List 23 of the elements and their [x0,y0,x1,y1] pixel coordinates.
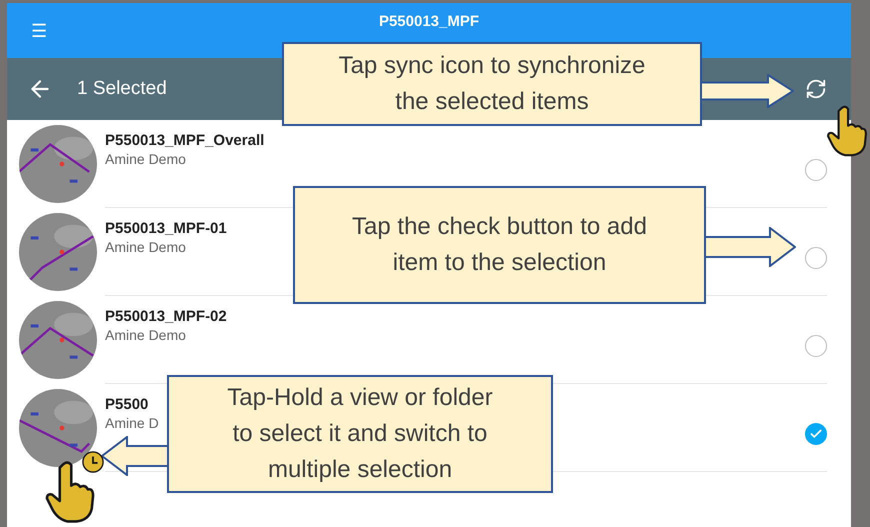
callout-note: Tap sync icon to synchronize the selected items [282,42,702,126]
radio-button[interactable] [805,246,827,268]
radio-button[interactable] [805,334,827,356]
item-subtitle: Amine Demo [105,326,186,344]
menu-button[interactable]: ☰ [31,16,47,44]
item-title: P550013_MPF-01 [105,220,227,238]
item-subtitle: Amine Demo [105,238,186,256]
check-icon [809,426,823,440]
item-subtitle: Amine Demo [105,150,186,168]
callout-note: Tap-Hold a view or folder to select it and switch to multiple selection [167,375,553,493]
radio-button[interactable] [805,158,827,180]
hand-pointer-icon [44,460,96,524]
selection-count: 1 Selected [77,76,167,101]
item-title: P5500 [105,396,148,414]
sync-icon[interactable] [805,78,827,100]
screen-title: P550013_MPF [378,12,480,32]
clock-icon [82,451,104,473]
item-title: P550013_MPF-02 [105,308,227,326]
callout-arrow [101,436,169,476]
item-subtitle: Amine D [105,414,159,432]
callout-note: Tap the check button to add item to the selection [293,186,706,304]
checked-radio[interactable] [805,422,827,444]
item-title: P550013_MPF_Overall [105,132,264,150]
